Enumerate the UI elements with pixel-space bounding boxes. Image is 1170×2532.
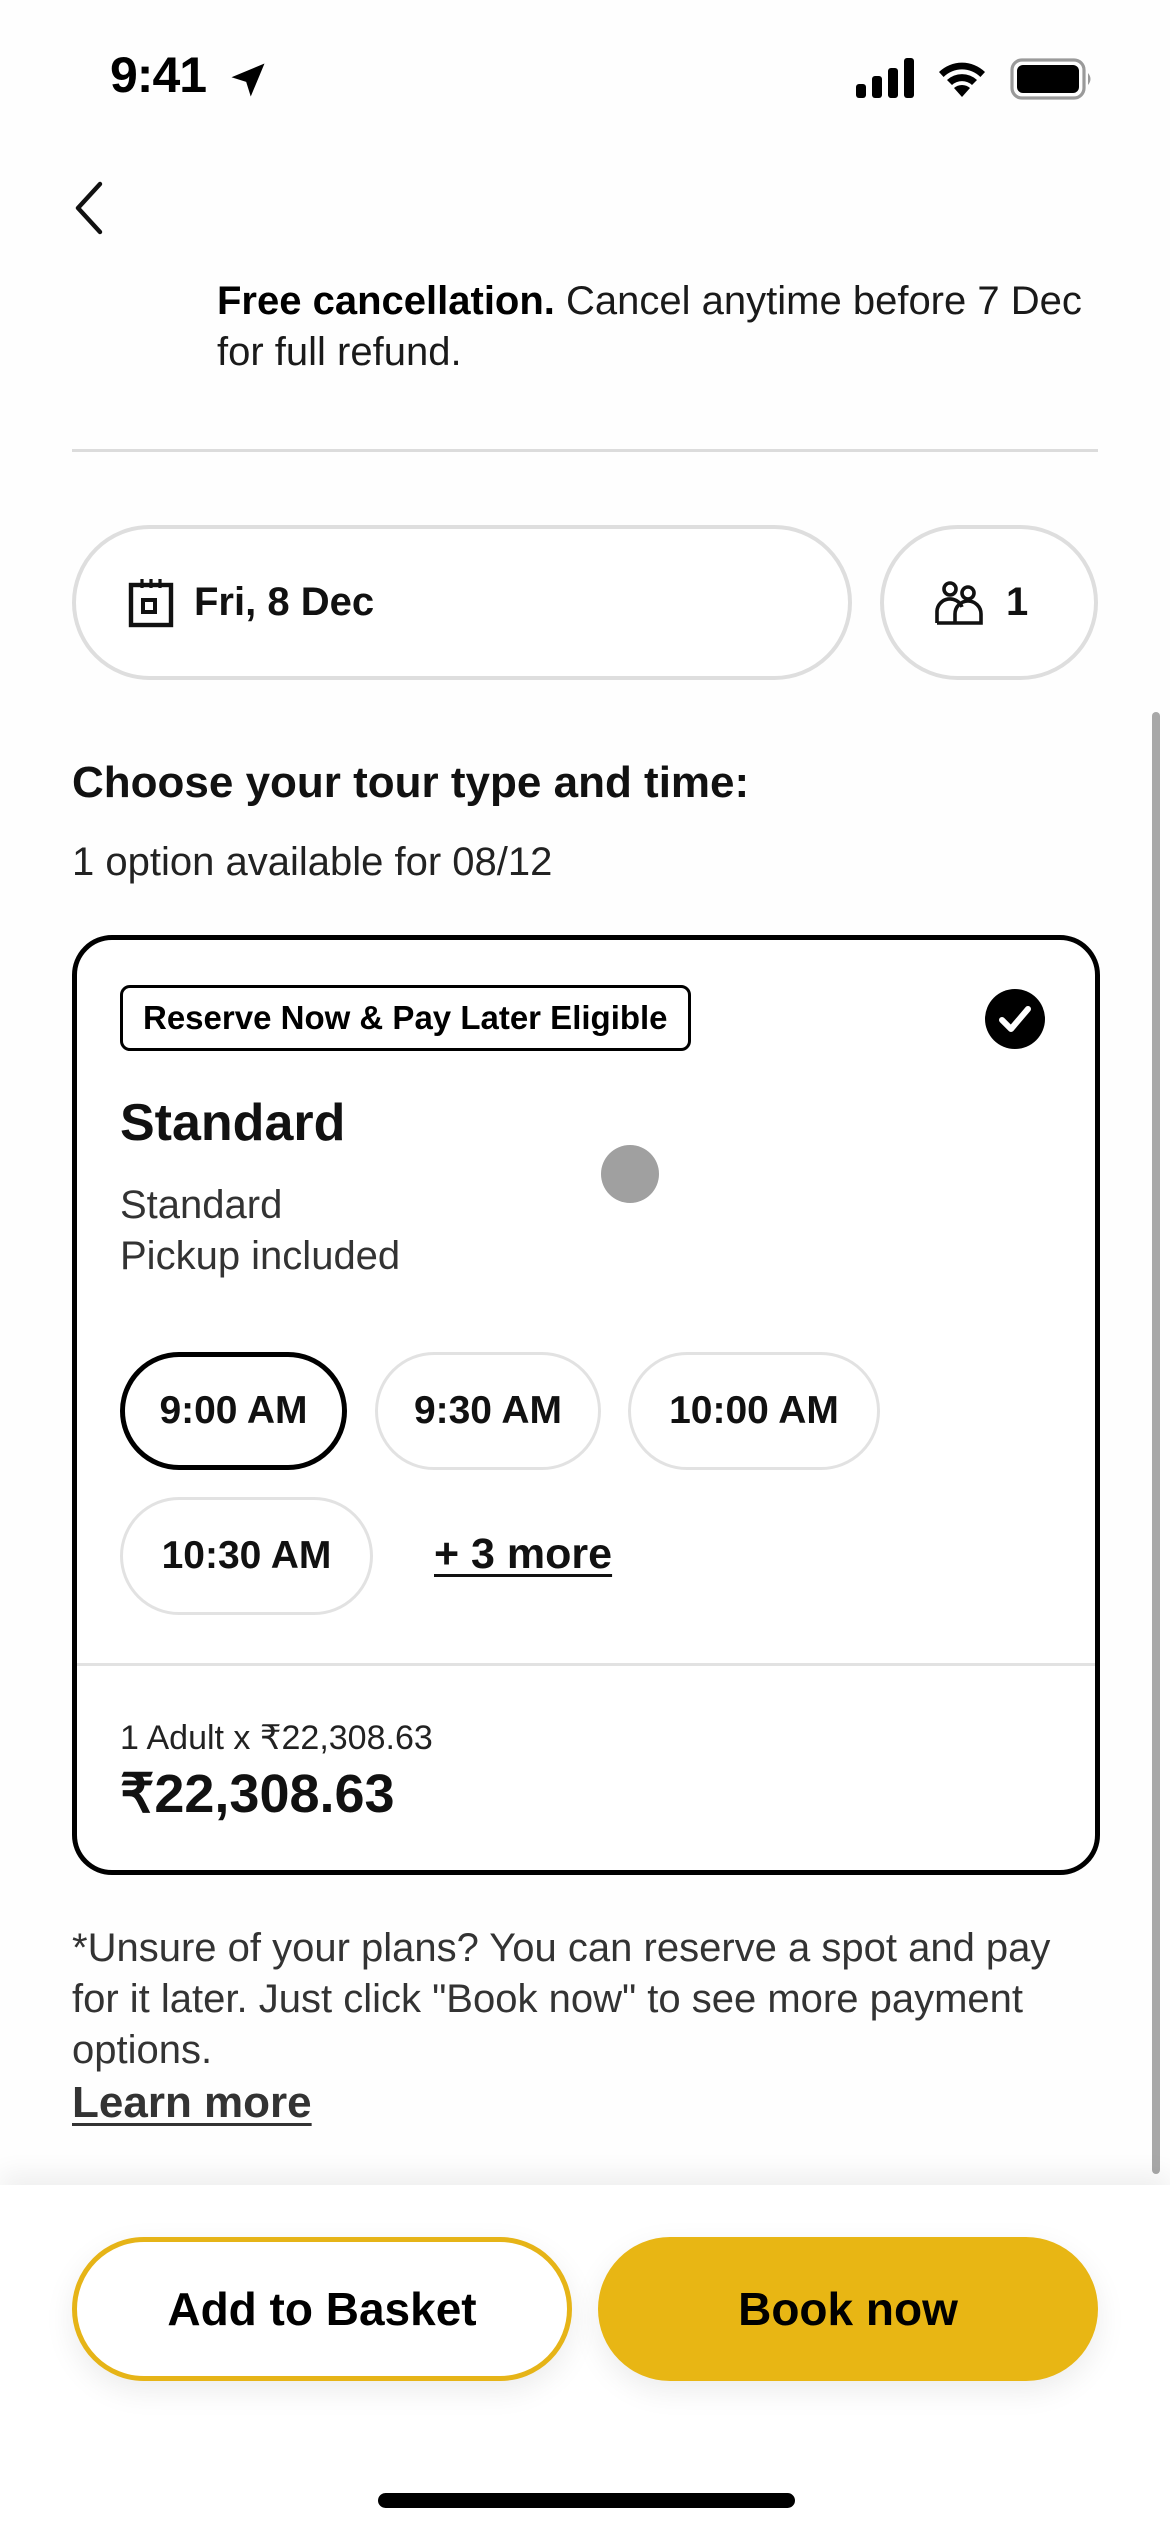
learn-more-link[interactable]: Learn more <box>72 2078 312 2128</box>
touch-indicator <box>601 1145 659 1203</box>
date-selector[interactable]: Fri, 8 Dec <box>72 525 852 680</box>
book-now-button[interactable]: Book now <box>598 2237 1098 2381</box>
back-chevron-icon[interactable] <box>70 180 110 236</box>
option-description-line: Standard <box>120 1183 283 1227</box>
option-description: Standard Pickup included <box>120 1180 400 1282</box>
people-icon <box>935 580 983 625</box>
status-time: 9:41 <box>110 47 207 103</box>
wifi-icon <box>939 62 985 97</box>
time-slot-button[interactable]: 10:00 AM <box>628 1352 880 1470</box>
divider <box>72 449 1098 452</box>
free-cancellation-note: Free cancellation. Cancel anytime before… <box>217 276 1097 378</box>
options-available-text: 1 option available for 08/12 <box>72 840 553 884</box>
date-label: Fri, 8 Dec <box>194 580 375 624</box>
add-to-basket-button[interactable]: Add to Basket <box>72 2237 572 2381</box>
cellular-signal-icon <box>856 58 914 98</box>
home-indicator[interactable] <box>378 2493 795 2508</box>
card-divider <box>77 1663 1095 1666</box>
selected-check-icon[interactable] <box>985 989 1045 1049</box>
section-title: Choose your tour type and time: <box>72 758 750 807</box>
option-title: Standard <box>120 1094 346 1152</box>
traveler-count: 1 <box>1006 580 1029 624</box>
pay-later-footnote: *Unsure of your plans? You can reserve a… <box>72 1926 1051 2072</box>
reserve-pay-later-badge: Reserve Now & Pay Later Eligible <box>120 985 691 1051</box>
more-times-link[interactable]: + 3 more <box>434 1530 612 1579</box>
price-breakdown: 1 Adult x ₹22,308.63 <box>120 1719 433 1757</box>
free-cancellation-bold: Free cancellation. <box>217 279 555 323</box>
time-slot-button[interactable]: 9:30 AM <box>375 1352 601 1470</box>
option-description-line: Pickup included <box>120 1234 401 1278</box>
location-arrow-icon <box>231 63 265 97</box>
time-slot-button[interactable]: 9:00 AM <box>120 1352 347 1470</box>
traveler-selector[interactable]: 1 <box>880 525 1098 680</box>
calendar-icon <box>128 578 174 627</box>
battery-icon <box>1010 58 1091 100</box>
time-slot-button[interactable]: 10:30 AM <box>120 1497 373 1615</box>
price-total: ₹22,308.63 <box>120 1764 395 1824</box>
scrollbar[interactable] <box>1152 712 1160 2174</box>
